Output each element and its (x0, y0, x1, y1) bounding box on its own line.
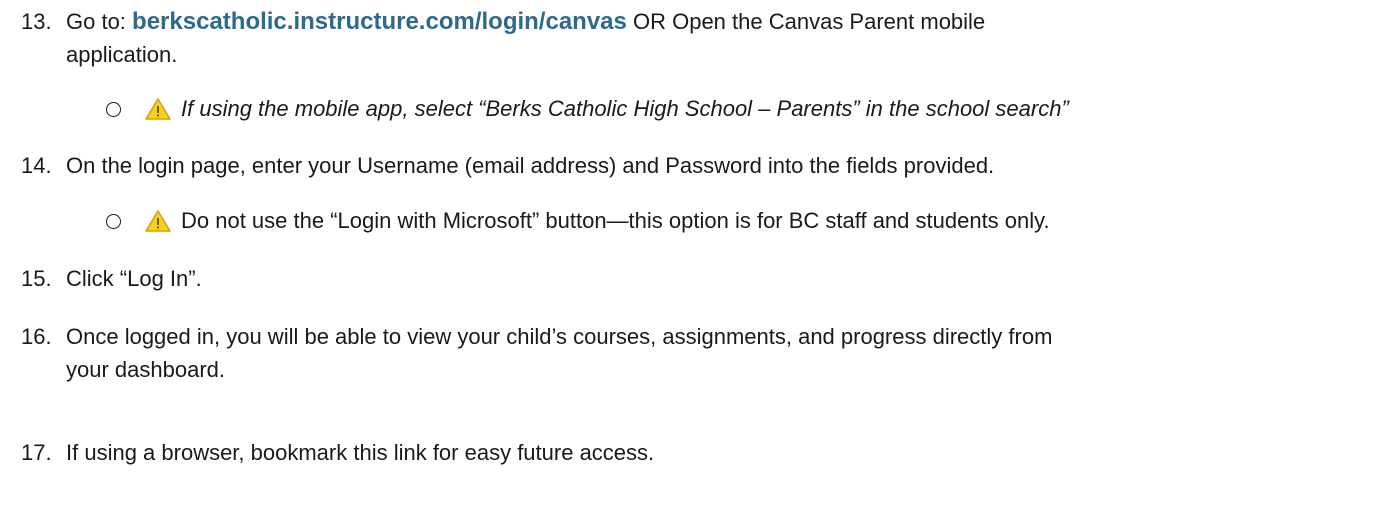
step-text: If using a browser, bookmark this link f… (66, 440, 655, 465)
step-number: 13. (21, 9, 52, 34)
bullet-icon (106, 213, 121, 229)
bullet-icon (106, 101, 121, 117)
step-text-suffix: OR Open the Canvas Parent mobile (626, 9, 986, 34)
step-14: 14. On the login page, enter your Usernam… (21, 149, 1371, 182)
canvas-login-link[interactable]: berkscatholic.instructure.com/login/canv… (132, 8, 627, 35)
step-number: 17. (21, 440, 52, 465)
step-number: 15. (21, 266, 52, 291)
step-text: Once logged in, you will be able to view… (66, 324, 1053, 349)
note-text: If using the mobile app, select “Berks C… (181, 96, 1069, 121)
note-text: Do not use the “Login with Microsoft” bu… (181, 208, 1050, 233)
step-continuation: your dashboard. (66, 357, 225, 382)
step-number: 14. (21, 153, 52, 178)
step-text: Click “Log In”. (66, 266, 202, 291)
step-14-note: Do not use the “Login with Microsoft” bu… (106, 206, 1376, 236)
warning-triangle-icon (145, 98, 171, 120)
instructions-document: 13. Go to: berkscatholic.instructure.com/… (0, 0, 1392, 516)
step-13: 13. Go to: berkscatholic.instructure.com/… (21, 5, 1371, 71)
warning-triangle-icon (145, 210, 171, 232)
step-text-prefix: Go to: (66, 9, 133, 34)
step-13-note: If using the mobile app, select “Berks C… (106, 94, 1376, 124)
step-text: On the login page, enter your Username (… (66, 153, 995, 178)
step-17: 17. If using a browser, bookmark this lin… (21, 436, 1371, 469)
step-number: 16. (21, 324, 52, 349)
step-continuation: application. (66, 42, 178, 67)
step-16: 16. Once logged in, you will be able to v… (21, 320, 1371, 386)
step-15: 15. Click “Log In”. (21, 262, 1371, 295)
